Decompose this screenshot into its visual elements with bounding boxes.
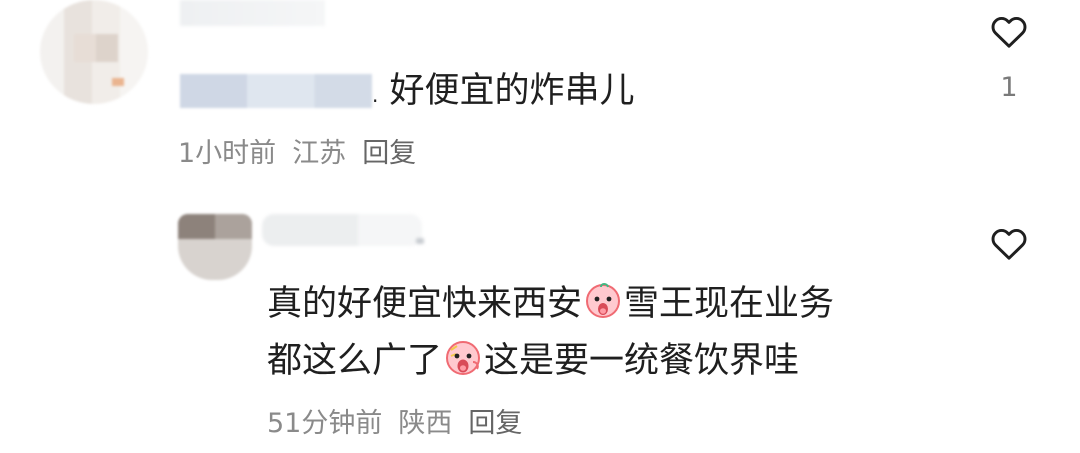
shocked-face-emoji bbox=[443, 338, 483, 378]
reply-like-button[interactable] bbox=[986, 220, 1032, 266]
reply-button[interactable]: 回复 bbox=[362, 137, 416, 171]
comment-time: 1小时前 bbox=[178, 138, 277, 169]
reply-avatar[interactable] bbox=[178, 214, 252, 280]
like-count: 1 bbox=[1000, 72, 1018, 103]
heart-outline-icon bbox=[991, 16, 1027, 48]
reply-location: 陕西 bbox=[398, 408, 453, 439]
reply-text-part-2: 雪王现在业务 bbox=[624, 284, 835, 324]
reply-text-part-3: 都这么广了 bbox=[267, 341, 443, 381]
username-blur bbox=[180, 74, 372, 108]
reply-text-line-1: 真的好便宜快来西安 雪王现在业务 bbox=[267, 281, 834, 325]
shocked-face-emoji bbox=[583, 281, 623, 321]
reply-text-line-2: 都这么广了 这是要一统餐饮界哇 bbox=[267, 338, 799, 382]
comment-dot: . bbox=[372, 83, 379, 107]
comment-text: 好便宜的炸串儿 bbox=[389, 71, 635, 111]
reply-meta: 51分钟前 陕西 回复 bbox=[267, 407, 522, 441]
reply-text-part-1: 真的好便宜快来西安 bbox=[267, 284, 583, 324]
reply-name-blur bbox=[262, 214, 424, 246]
reply-time: 51分钟前 bbox=[267, 408, 383, 439]
reply-text-part-4: 这是要一统餐饮界哇 bbox=[484, 341, 800, 381]
like-button[interactable] bbox=[986, 8, 1032, 54]
commenter-name-blur bbox=[180, 0, 325, 26]
reply-reply-button[interactable]: 回复 bbox=[468, 407, 522, 441]
comment-location: 江苏 bbox=[292, 138, 347, 169]
commenter-avatar[interactable] bbox=[40, 0, 148, 104]
comment-thread: . 好便宜的炸串儿 1小时前 江苏 回复 1 真的好便宜快来西安 雪王现在业务 … bbox=[0, 0, 1080, 453]
comment-text-row: . 好便宜的炸串儿 bbox=[372, 70, 635, 116]
heart-outline-icon bbox=[991, 228, 1027, 260]
comment-meta: 1小时前 江苏 回复 bbox=[178, 137, 416, 171]
